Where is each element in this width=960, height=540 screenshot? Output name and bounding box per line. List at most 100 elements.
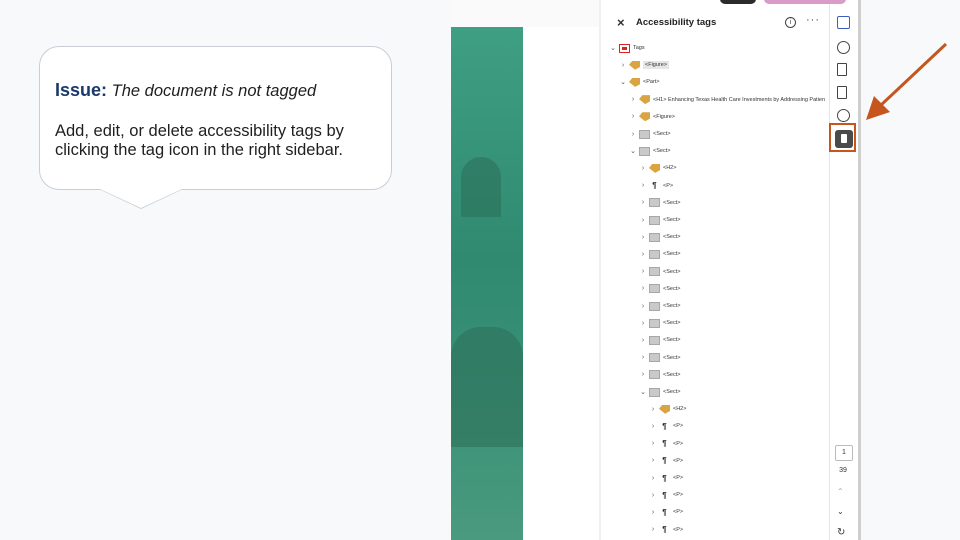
tag-tree-row[interactable]: › <Figure>: [619, 58, 670, 72]
sect-tag-icon: [649, 284, 660, 294]
issue-label: Issue:: [55, 80, 108, 100]
para-tag-icon: ¶: [662, 421, 667, 431]
chevron-right-icon[interactable]: ›: [639, 217, 647, 224]
bookmark-icon[interactable]: [837, 63, 847, 76]
tag-label: <Figure>: [653, 113, 676, 120]
tag-tree-row[interactable]: › <Sect>: [639, 265, 680, 279]
tag-label: <Sect>: [663, 251, 681, 258]
more-options-icon[interactable]: ···: [806, 14, 820, 26]
chevron-right-icon[interactable]: ›: [629, 131, 637, 138]
tag-tree-row[interactable]: › ¶ <P>: [649, 454, 683, 468]
chevron-right-icon[interactable]: ›: [639, 165, 647, 172]
tag-tree-row[interactable]: › ¶ <P>: [649, 505, 683, 519]
tag-tag-icon: [629, 77, 640, 87]
top-toolbar-button[interactable]: [720, 0, 756, 4]
next-page-icon[interactable]: ⌄: [837, 507, 844, 516]
tag-tree-row[interactable]: › <Sect>: [639, 247, 680, 261]
tag-label: <Sect>: [663, 217, 681, 223]
document-view[interactable]: [451, 0, 600, 540]
page-white-area: [523, 27, 599, 540]
tag-tree-row[interactable]: › ¶ <P>: [649, 437, 683, 451]
chevron-right-icon[interactable]: ›: [649, 475, 657, 482]
chevron-right-icon[interactable]: ›: [639, 337, 647, 344]
tag-tree-row[interactable]: › <Sect>: [639, 230, 680, 244]
pages-icon[interactable]: [837, 86, 847, 99]
chevron-right-icon[interactable]: ›: [649, 457, 657, 464]
chevron-right-icon[interactable]: ›: [649, 406, 657, 413]
tag-tree-row[interactable]: › ¶ <P>: [649, 488, 683, 502]
tag-tree-row[interactable]: › <Sect>: [639, 299, 680, 313]
tag-tree-row[interactable]: › <Sect>: [639, 368, 680, 382]
tag-tag-icon: [659, 404, 670, 414]
chevron-right-icon[interactable]: ›: [649, 423, 657, 430]
sect-tag-icon: [649, 387, 660, 397]
comment-icon[interactable]: [837, 41, 850, 54]
tag-tree-row[interactable]: › ¶ <P>: [649, 419, 683, 433]
chevron-down-icon[interactable]: ⌄: [609, 44, 617, 52]
tag-tree-row[interactable]: › <H1> Enhancing Texas Health Care Invest…: [629, 93, 825, 107]
acrobat-window: × Accessibility tags i ··· ⌄ Tags › <Figure…: [451, 0, 860, 540]
tag-label: <Sect>: [663, 354, 681, 361]
tag-label: Tags: [633, 45, 645, 51]
chevron-right-icon[interactable]: ›: [639, 320, 647, 327]
redact-icon[interactable]: [837, 109, 850, 122]
chevron-right-icon[interactable]: ›: [649, 526, 657, 533]
previous-page-icon[interactable]: ⌃: [837, 487, 844, 496]
tag-tree-row[interactable]: › <Sect>: [639, 351, 680, 365]
tag-tree-row[interactable]: › ¶ <P>: [649, 523, 683, 537]
sect-tag-icon: [649, 215, 660, 225]
chevron-down-icon[interactable]: ⌄: [619, 78, 627, 86]
tag-label: <P>: [673, 492, 684, 499]
chevron-right-icon[interactable]: ›: [619, 62, 627, 69]
chevron-right-icon[interactable]: ›: [639, 354, 647, 361]
tag-tree-row[interactable]: › <H2>: [649, 402, 686, 416]
issue-callout: Issue: The document is not tagged Add, e…: [39, 46, 392, 190]
tag-tree-row[interactable]: › <Figure>: [629, 110, 675, 124]
page-total: 39: [839, 467, 847, 474]
tag-tree-row[interactable]: › <Sect>: [639, 333, 680, 347]
tag-tree-row[interactable]: › <Sect>: [629, 127, 670, 141]
chevron-down-icon[interactable]: ⌄: [639, 388, 647, 396]
chevron-right-icon[interactable]: ›: [639, 234, 647, 241]
close-icon[interactable]: ×: [617, 15, 625, 30]
chevron-right-icon[interactable]: ›: [639, 251, 647, 258]
chevron-right-icon[interactable]: ›: [629, 96, 637, 103]
chevron-right-icon[interactable]: ›: [629, 113, 637, 120]
tag-tree-row[interactable]: ⌄ <Sect>: [629, 144, 670, 158]
tag-label: <Sect>: [663, 285, 681, 292]
tag-tree-row[interactable]: › <Sect>: [639, 196, 680, 210]
tag-tree-row[interactable]: ⌄ <Part>: [619, 75, 660, 89]
tag-tree-row[interactable]: › ¶ <P>: [639, 179, 673, 193]
tag-tree-row[interactable]: › <Sect>: [639, 213, 680, 227]
tag-label: <P>: [673, 440, 684, 447]
chevron-right-icon[interactable]: ›: [639, 199, 647, 206]
chevron-right-icon[interactable]: ›: [639, 268, 647, 275]
tag-tree-row[interactable]: ⌄ Tags: [609, 41, 645, 55]
chevron-right-icon[interactable]: ›: [639, 303, 647, 310]
tag-tree-row[interactable]: ⌄ <Sect>: [639, 385, 680, 399]
refresh-icon[interactable]: ↻: [837, 527, 845, 538]
chevron-right-icon[interactable]: ›: [639, 371, 647, 378]
tag-label: <P>: [673, 423, 684, 430]
callout-tail-fill: [87, 183, 195, 208]
tag-label: <P>: [673, 526, 684, 533]
chevron-right-icon[interactable]: ›: [639, 182, 647, 189]
tag-tag-icon: [639, 112, 650, 122]
chevron-right-icon[interactable]: ›: [649, 492, 657, 499]
sect-tag-icon: [649, 335, 660, 345]
tag-tree-row[interactable]: › <Sect>: [639, 282, 680, 296]
edit-pdf-icon[interactable]: [837, 16, 850, 29]
chevron-down-icon[interactable]: ⌄: [629, 147, 637, 155]
chevron-right-icon[interactable]: ›: [649, 440, 657, 447]
page-cover-image: [451, 27, 523, 540]
tag-tree-row[interactable]: › <Sect>: [639, 316, 680, 330]
tag-tree-row[interactable]: › ¶ <P>: [649, 471, 683, 485]
chevron-right-icon[interactable]: ›: [649, 509, 657, 516]
info-icon[interactable]: i: [785, 17, 796, 28]
tag-tree-row[interactable]: › <H2>: [639, 161, 676, 175]
top-toolbar-accent-button[interactable]: [764, 0, 846, 4]
tag-label: <Sect>: [653, 131, 671, 137]
chevron-right-icon[interactable]: ›: [639, 285, 647, 292]
page-number-input[interactable]: 1: [835, 445, 853, 461]
tag-label: <Sect>: [663, 371, 681, 378]
